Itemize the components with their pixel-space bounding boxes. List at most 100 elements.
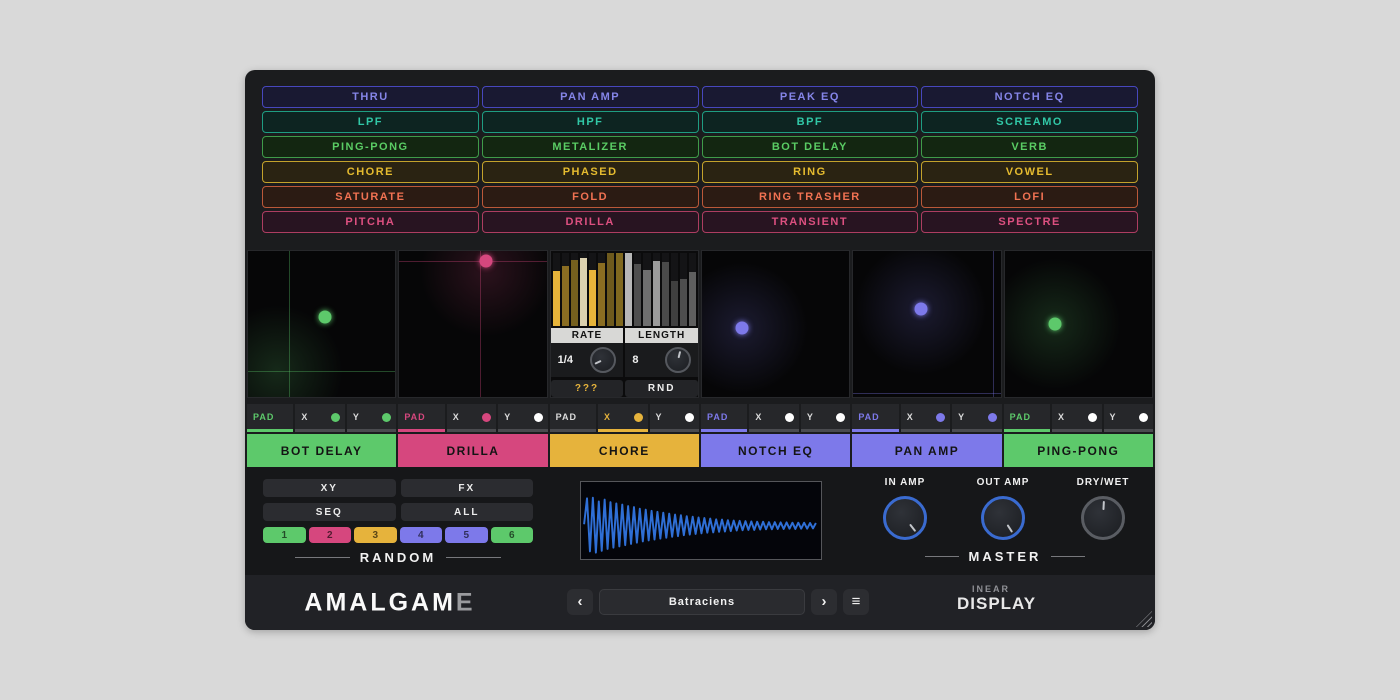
effect-button-lofi[interactable]: LOFI: [921, 186, 1138, 208]
pad-position-dot[interactable]: [735, 322, 748, 335]
sequencer-step[interactable]: [634, 253, 641, 326]
pad-3-tab-pad[interactable]: PAD: [550, 404, 596, 432]
preset-next-button[interactable]: ›: [811, 589, 837, 615]
mystery-randomize-button[interactable]: ???: [551, 380, 624, 397]
sequencer-step[interactable]: [616, 253, 623, 326]
pad-1-tab-x[interactable]: X: [295, 404, 344, 432]
pad-4-tab-x[interactable]: X: [749, 404, 798, 432]
pad-6-tab-pad[interactable]: PAD: [1004, 404, 1050, 432]
sequencer-step[interactable]: [671, 253, 678, 326]
pad-2-tab-y[interactable]: Y: [498, 404, 547, 432]
random-slot-3-button[interactable]: 3: [354, 527, 397, 543]
random-slot-6-button[interactable]: 6: [491, 527, 534, 543]
sequencer-bars[interactable]: [551, 251, 698, 326]
preset-name-field[interactable]: Batraciens: [599, 589, 805, 615]
sequencer-step[interactable]: [571, 253, 578, 326]
out-amp-knob[interactable]: [981, 496, 1025, 540]
pad-position-dot[interactable]: [1048, 318, 1061, 331]
pad-2-tab-pad[interactable]: PAD: [398, 404, 444, 432]
preset-menu-button[interactable]: ≡: [843, 589, 869, 615]
rate-knob[interactable]: [590, 347, 616, 373]
effect-button-peak-eq[interactable]: PEAK EQ: [702, 86, 919, 108]
effect-button-notch-eq[interactable]: NOTCH EQ: [921, 86, 1138, 108]
effect-button-spectre[interactable]: SPECTRE: [921, 211, 1138, 233]
effect-button-verb[interactable]: VERB: [921, 136, 1138, 158]
pad-5-tab-x[interactable]: X: [901, 404, 950, 432]
pad-3-effect-name[interactable]: CHORE: [550, 434, 699, 467]
effect-button-lpf[interactable]: LPF: [262, 111, 479, 133]
pad-5-tab-pad[interactable]: PAD: [852, 404, 898, 432]
effect-button-vowel[interactable]: VOWEL: [921, 161, 1138, 183]
resize-grip[interactable]: [1136, 611, 1152, 627]
xy-pad-5[interactable]: [852, 250, 1001, 398]
sequencer-step[interactable]: [580, 253, 587, 326]
pad-position-dot[interactable]: [480, 255, 493, 268]
random-fx-button[interactable]: FX: [401, 479, 534, 497]
dry-wet-knob[interactable]: [1081, 496, 1125, 540]
sequencer-step[interactable]: [653, 253, 660, 326]
pad-position-dot[interactable]: [915, 303, 928, 316]
sequencer-step[interactable]: [553, 253, 560, 326]
pad-1-tab-pad[interactable]: PAD: [247, 404, 293, 432]
random-slot-2-button[interactable]: 2: [309, 527, 352, 543]
effect-button-fold[interactable]: FOLD: [482, 186, 699, 208]
x-mod-dot: [1088, 413, 1097, 422]
pad-4-tab-y[interactable]: Y: [801, 404, 850, 432]
random-slot-4-button[interactable]: 4: [400, 527, 443, 543]
sequencer-step[interactable]: [680, 253, 687, 326]
pad-5-tab-y[interactable]: Y: [952, 404, 1001, 432]
sequencer-step[interactable]: [607, 253, 614, 326]
preset-prev-button[interactable]: ‹: [567, 589, 593, 615]
pad-glow: [852, 250, 996, 384]
sequencer-step[interactable]: [598, 253, 605, 326]
pad-4-tab-pad[interactable]: PAD: [701, 404, 747, 432]
effect-button-bpf[interactable]: BPF: [702, 111, 919, 133]
pad-6-tab-y[interactable]: Y: [1104, 404, 1153, 432]
pad-5-effect-name[interactable]: PAN AMP: [852, 434, 1001, 467]
sequencer-step[interactable]: [562, 253, 569, 326]
random-slot-1-button[interactable]: 1: [263, 527, 306, 543]
effect-button-ring[interactable]: RING: [702, 161, 919, 183]
pad-3-tab-y[interactable]: Y: [650, 404, 699, 432]
effect-button-pitcha[interactable]: PITCHA: [262, 211, 479, 233]
sequencer-step[interactable]: [589, 253, 596, 326]
effect-button-hpf[interactable]: HPF: [482, 111, 699, 133]
rnd-button[interactable]: RND: [625, 380, 698, 397]
pad-4-effect-name[interactable]: NOTCH EQ: [701, 434, 850, 467]
effect-button-thru[interactable]: THRU: [262, 86, 479, 108]
random-slot-buttons: 1 2 3 4 5 6: [263, 527, 533, 543]
effect-button-metalizer[interactable]: METALIZER: [482, 136, 699, 158]
effect-button-chore[interactable]: CHORE: [262, 161, 479, 183]
random-all-button[interactable]: ALL: [401, 503, 534, 521]
length-knob[interactable]: [665, 347, 691, 373]
in-amp-knob[interactable]: [883, 496, 927, 540]
effect-button-pan-amp[interactable]: PAN AMP: [482, 86, 699, 108]
xy-pad-6[interactable]: [1004, 250, 1153, 398]
effect-button-screamo[interactable]: SCREAMO: [921, 111, 1138, 133]
xy-pad-4[interactable]: [701, 250, 850, 398]
effect-button-transient[interactable]: TRANSIENT: [702, 211, 919, 233]
pad-position-dot[interactable]: [318, 310, 331, 323]
xy-pad-2[interactable]: [398, 250, 547, 398]
effect-button-ring-trasher[interactable]: RING TRASHER: [702, 186, 919, 208]
sequencer-step[interactable]: [662, 253, 669, 326]
pad-2-tab-x[interactable]: X: [447, 404, 496, 432]
effect-button-phased[interactable]: PHASED: [482, 161, 699, 183]
pad-6-effect-name[interactable]: PING-PONG: [1004, 434, 1153, 467]
effect-button-ping-pong[interactable]: PING-PONG: [262, 136, 479, 158]
pad-1-effect-name[interactable]: BOT DELAY: [247, 434, 396, 467]
xy-pad-1[interactable]: [247, 250, 396, 398]
effect-button-saturate[interactable]: SATURATE: [262, 186, 479, 208]
pad-2-effect-name[interactable]: DRILLA: [398, 434, 547, 467]
random-seq-button[interactable]: SEQ: [263, 503, 396, 521]
pad-6-tab-x[interactable]: X: [1052, 404, 1101, 432]
sequencer-step[interactable]: [689, 253, 696, 326]
sequencer-step[interactable]: [643, 253, 650, 326]
sequencer-step[interactable]: [625, 253, 632, 326]
pad-1-tab-y[interactable]: Y: [347, 404, 396, 432]
effect-button-drilla[interactable]: DRILLA: [482, 211, 699, 233]
effect-button-bot-delay[interactable]: BOT DELAY: [702, 136, 919, 158]
pad-3-tab-x[interactable]: X: [598, 404, 647, 432]
random-slot-5-button[interactable]: 5: [445, 527, 488, 543]
random-xy-button[interactable]: XY: [263, 479, 396, 497]
